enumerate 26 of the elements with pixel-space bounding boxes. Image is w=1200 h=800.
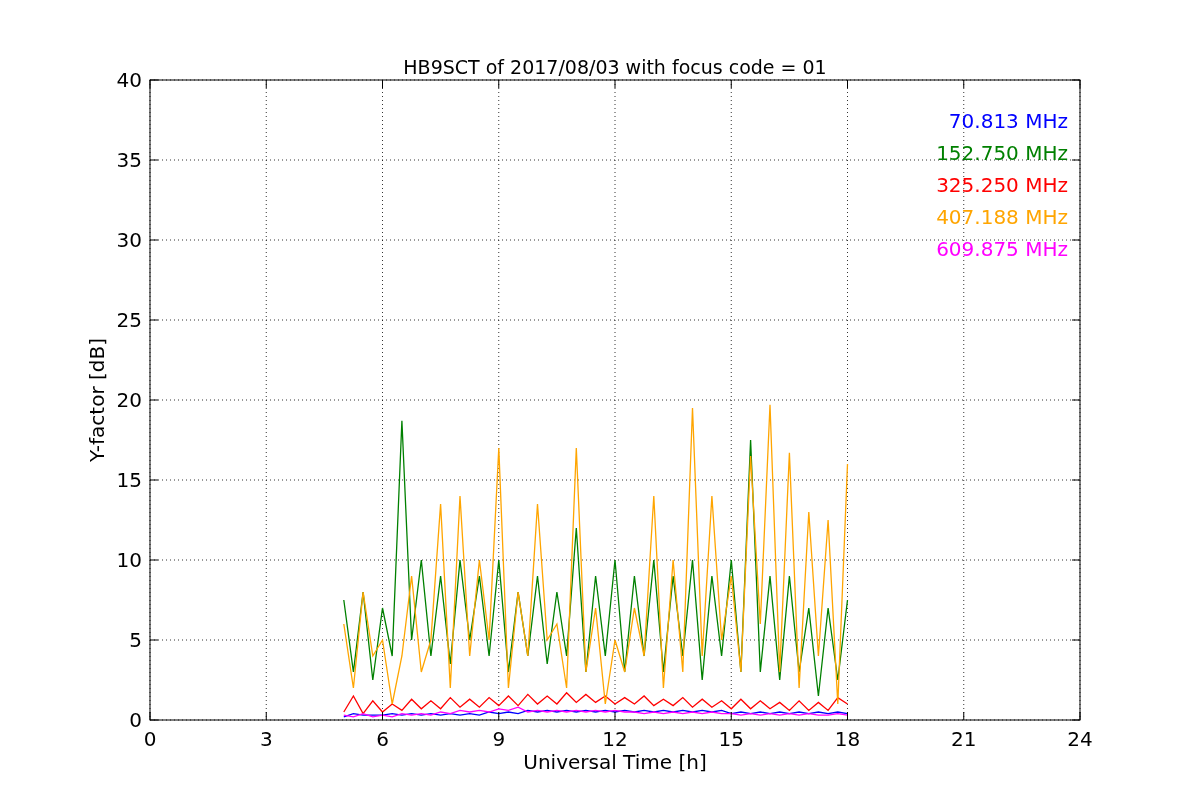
x-tick-label: 6	[376, 727, 389, 751]
x-tick-label: 18	[834, 727, 861, 751]
legend-label: 407.188 MHz	[936, 205, 1068, 229]
y-tick-label: 15	[116, 468, 142, 492]
y-tick-label: 0	[129, 708, 142, 732]
legend-label: 325.250 MHz	[936, 173, 1068, 197]
x-tick-label: 24	[1067, 727, 1093, 751]
legend-label: 70.813 MHz	[948, 109, 1068, 133]
legend-label: 609.875 MHz	[936, 237, 1068, 261]
x-tick-label: 0	[143, 727, 157, 751]
x-tick-label: 12	[602, 727, 628, 751]
y-tick-label: 25	[116, 308, 142, 332]
x-tick-label: 15	[718, 727, 744, 751]
y-tick-label: 10	[116, 548, 142, 572]
y-tick-label: 30	[116, 228, 142, 252]
y-axis-label: Y-factor [dB]	[85, 338, 109, 462]
x-tick-label: 3	[259, 727, 273, 751]
legend-label: 152.750 MHz	[936, 141, 1068, 165]
y-tick-label: 5	[129, 628, 142, 652]
chart-title: HB9SCT of 2017/08/03 with focus code = 01	[403, 56, 827, 78]
y-tick-label: 40	[116, 68, 142, 92]
x-tick-label: 9	[492, 727, 506, 751]
x-tick-label: 21	[951, 727, 977, 751]
y-tick-label: 35	[116, 148, 142, 172]
x-axis-label: Universal Time [h]	[523, 750, 707, 774]
y-tick-label: 20	[116, 388, 142, 412]
